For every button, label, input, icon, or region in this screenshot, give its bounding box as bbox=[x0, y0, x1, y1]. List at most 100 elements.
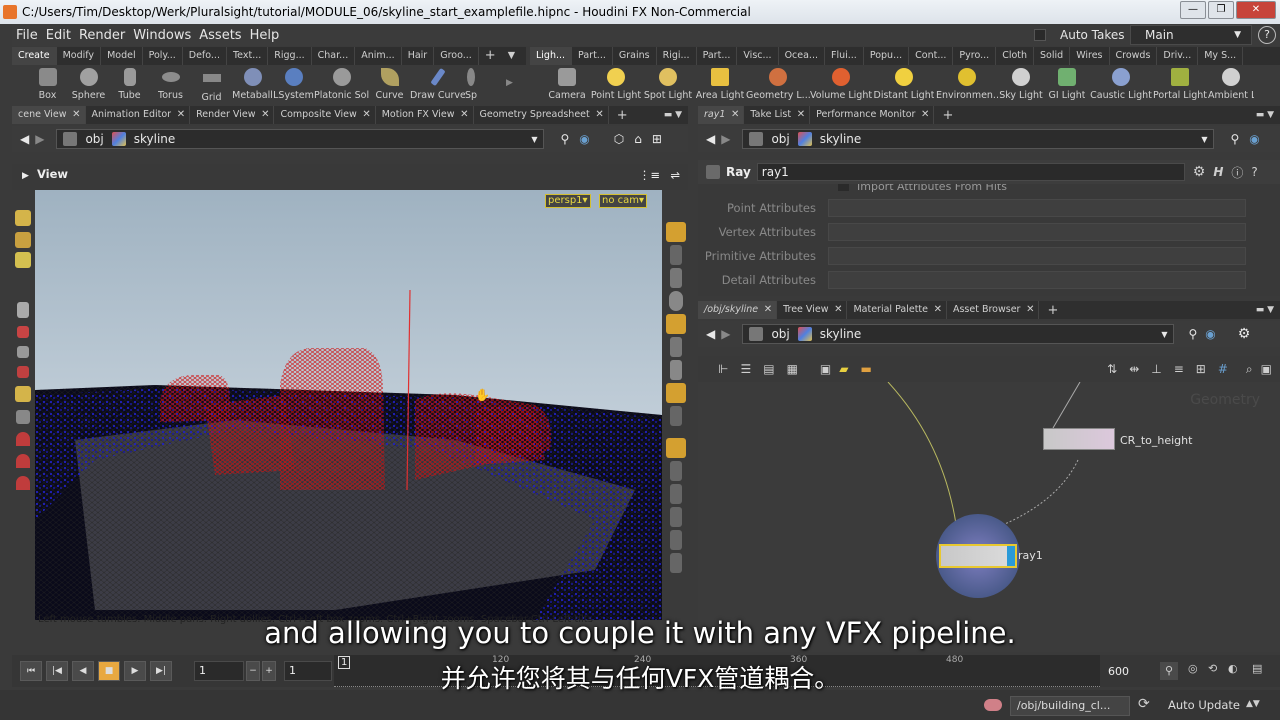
volume-light-tool[interactable]: Volume Light bbox=[810, 65, 872, 105]
shelf-tab-cloth[interactable]: Cloth bbox=[996, 47, 1035, 65]
tab-performance-monitor[interactable]: Performance Monitor ✕ bbox=[810, 106, 935, 124]
camera-view-icon[interactable] bbox=[666, 383, 686, 403]
align-vertical-icon[interactable]: ⇅ bbox=[1107, 362, 1117, 376]
menu-assets[interactable]: Assets bbox=[199, 28, 241, 43]
preview-icon[interactable]: ▣ bbox=[1261, 362, 1272, 376]
view-tool-icon[interactable] bbox=[15, 386, 31, 402]
view-menu-icon[interactable]: ⇌ bbox=[670, 168, 680, 182]
pin-icon[interactable]: ⚲ bbox=[1230, 132, 1239, 146]
pencil-icon[interactable] bbox=[670, 484, 682, 504]
shelf-tab-model[interactable]: Model bbox=[101, 47, 143, 65]
back-arrow-icon[interactable]: ◀ bbox=[20, 132, 29, 146]
snapping-icon[interactable] bbox=[666, 222, 686, 242]
network-box-icon[interactable]: ▬ bbox=[860, 362, 871, 376]
thumbnail-icon[interactable]: ▣ bbox=[820, 362, 831, 376]
magnet-icon[interactable] bbox=[16, 454, 30, 468]
path-selector[interactable]: obj skyline ▼ bbox=[742, 324, 1175, 344]
pointer-icon[interactable] bbox=[670, 461, 682, 481]
shelf-tab-poly[interactable]: Poly... bbox=[143, 47, 183, 65]
template-icon[interactable] bbox=[670, 360, 682, 380]
view-options-icon[interactable]: ⋮≡ bbox=[639, 168, 660, 182]
shelf-tab-character[interactable]: Char... bbox=[312, 47, 356, 65]
shelf-tab-particle-fluids[interactable]: Part... bbox=[697, 47, 738, 65]
magnet-icon[interactable] bbox=[16, 476, 30, 490]
add-tab-icon[interactable]: + bbox=[942, 108, 953, 123]
menu-help[interactable]: Help bbox=[250, 28, 280, 43]
maximize-button[interactable]: ❐ bbox=[1208, 1, 1234, 19]
draw-curve-tool[interactable]: Draw Curve bbox=[410, 65, 465, 105]
pin-icon[interactable]: ⚲ bbox=[1188, 327, 1197, 341]
shelf-tab-containers[interactable]: Cont... bbox=[909, 47, 954, 65]
spot-light-tool[interactable]: Spot Light bbox=[642, 65, 694, 105]
camera-tool[interactable]: Camera bbox=[544, 65, 590, 105]
tree-icon[interactable]: ⊩ bbox=[718, 362, 728, 376]
detail-attributes-field[interactable] bbox=[828, 271, 1246, 289]
info-icon[interactable]: ⓘ bbox=[1231, 164, 1243, 181]
hand-icon[interactable] bbox=[670, 530, 682, 550]
shelf-tab-my-shelf[interactable]: My S... bbox=[1198, 47, 1244, 65]
updates-dropdown-icon[interactable]: ▲▼ bbox=[1246, 699, 1260, 709]
add-tab-icon[interactable]: + bbox=[617, 108, 628, 123]
box-tool[interactable]: Box bbox=[27, 65, 68, 105]
close-tab-icon[interactable]: ✕ bbox=[460, 106, 468, 124]
cube-icon[interactable]: ⬡ bbox=[614, 132, 624, 146]
ambient-light-tool[interactable]: Ambient L bbox=[1208, 65, 1254, 105]
frame-icon[interactable] bbox=[666, 438, 686, 458]
brush-tool-icon[interactable] bbox=[17, 366, 29, 378]
close-tab-icon[interactable]: ✕ bbox=[834, 301, 842, 319]
transform-tool-icon[interactable] bbox=[15, 232, 31, 248]
link-icon[interactable]: ◉ bbox=[1205, 327, 1215, 341]
lsystem-tool[interactable]: LSystem bbox=[273, 65, 314, 105]
shelf-tab-grooming[interactable]: Groo... bbox=[434, 47, 479, 65]
shelf-tab-drive[interactable]: Driv... bbox=[1157, 47, 1199, 65]
shelf-tab-fluids[interactable]: Flui... bbox=[825, 47, 864, 65]
tab-ray1[interactable]: ray1 ✕ bbox=[698, 106, 745, 124]
search-icon[interactable]: ⌕ bbox=[1246, 362, 1253, 377]
handle-tool-icon[interactable] bbox=[15, 252, 31, 268]
portal-light-tool[interactable]: Portal Light bbox=[1152, 65, 1208, 105]
forward-arrow-icon[interactable]: ▶ bbox=[721, 132, 730, 146]
close-tab-icon[interactable]: ✕ bbox=[595, 106, 603, 124]
shelf-tab-populate[interactable]: Popu... bbox=[864, 47, 910, 65]
link-icon[interactable]: ◉ bbox=[579, 132, 589, 146]
tab-take-list[interactable]: Take List ✕ bbox=[744, 106, 811, 124]
vertex-attributes-field[interactable] bbox=[828, 223, 1246, 241]
add-shelf-icon[interactable]: + bbox=[479, 47, 502, 65]
shelf-tab-hair[interactable]: Hair bbox=[402, 47, 435, 65]
close-tab-icon[interactable]: ✕ bbox=[921, 106, 929, 124]
import-attributes-checkbox[interactable] bbox=[838, 184, 849, 191]
tab-material-palette[interactable]: Material Palette ✕ bbox=[847, 301, 947, 319]
pose-tool-icon[interactable] bbox=[17, 302, 29, 318]
persp-menu[interactable]: persp1▾ bbox=[545, 194, 591, 208]
shelf-tab-grains[interactable]: Grains bbox=[613, 47, 657, 65]
help-icon[interactable]: ? bbox=[1258, 26, 1276, 44]
shelf-tab-lights[interactable]: Ligh... bbox=[530, 47, 573, 65]
close-tab-icon[interactable]: ✕ bbox=[764, 301, 772, 319]
display-flag-icon[interactable] bbox=[1007, 546, 1015, 566]
sky-light-tool[interactable]: Sky Light bbox=[998, 65, 1044, 105]
back-arrow-icon[interactable]: ◀ bbox=[706, 327, 715, 341]
forward-arrow-icon[interactable]: ▶ bbox=[35, 132, 44, 146]
shelf-scroll-arrow-icon[interactable]: ▶ bbox=[506, 78, 513, 88]
tab-scene-view[interactable]: cene View ✕ bbox=[12, 106, 86, 124]
desktop-selector[interactable]: Main ▼ bbox=[1130, 25, 1252, 45]
gear-icon[interactable]: ⚙ bbox=[1238, 326, 1251, 342]
home-icon[interactable] bbox=[670, 406, 682, 426]
close-tab-icon[interactable]: ✕ bbox=[362, 106, 370, 124]
pane-menu-icon[interactable]: ▬ ▼ bbox=[1256, 110, 1274, 120]
shelf-tab-create[interactable]: Create bbox=[12, 47, 57, 65]
tab-tree-view[interactable]: Tree View ✕ bbox=[777, 301, 848, 319]
shelf-menu-icon[interactable]: ▼ bbox=[502, 47, 521, 65]
point-light-tool[interactable]: Point Light bbox=[590, 65, 642, 105]
close-tab-icon[interactable]: ✕ bbox=[797, 106, 805, 124]
menu-windows[interactable]: Windows bbox=[133, 28, 191, 43]
pin-icon[interactable]: ⚲ bbox=[560, 132, 569, 146]
close-tab-icon[interactable]: ✕ bbox=[177, 106, 185, 124]
path-selector[interactable]: obj skyline ▼ bbox=[56, 129, 545, 149]
shelf-tab-modify[interactable]: Modify bbox=[57, 47, 102, 65]
torus-tool[interactable]: Torus bbox=[150, 65, 191, 105]
visibility-icon[interactable] bbox=[670, 337, 682, 357]
help-icon[interactable]: ? bbox=[1251, 165, 1257, 179]
shelf-tab-rigid[interactable]: Rigi... bbox=[657, 47, 697, 65]
close-tab-icon[interactable]: ✕ bbox=[731, 106, 739, 124]
